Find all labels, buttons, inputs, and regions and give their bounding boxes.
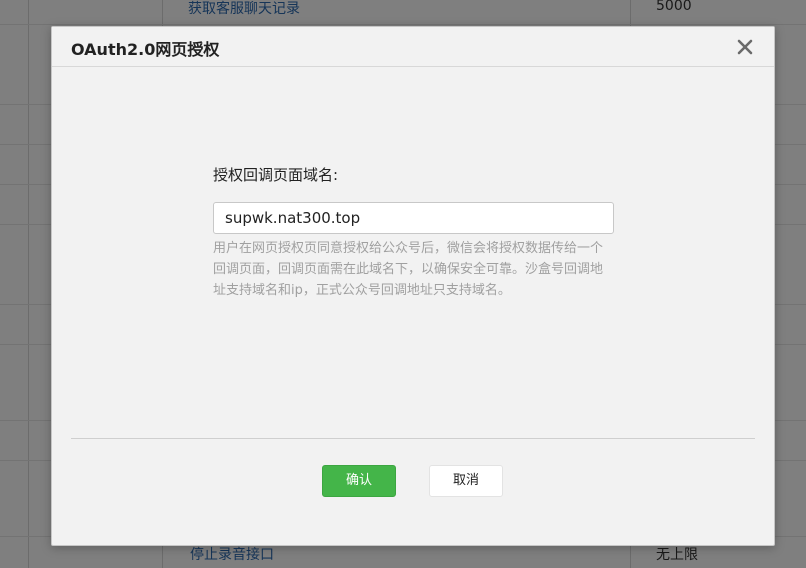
dialog-header: OAuth2.0网页授权 — [52, 27, 774, 67]
cancel-button[interactable]: 取消 — [429, 465, 503, 497]
dialog-divider — [71, 438, 755, 439]
confirm-button[interactable]: 确认 — [322, 465, 396, 497]
domain-field-label: 授权回调页面域名: — [213, 166, 339, 184]
oauth-dialog: OAuth2.0网页授权 授权回调页面域名: 用户在网页授权页同意授权给公众号后… — [51, 26, 775, 546]
domain-help-text: 用户在网页授权页同意授权给公众号后，微信会将授权数据传给一个回调页面，回调页面需… — [213, 241, 604, 298]
dialog-title: OAuth2.0网页授权 — [71, 40, 220, 59]
domain-input[interactable] — [213, 202, 614, 234]
close-icon[interactable] — [734, 35, 756, 57]
